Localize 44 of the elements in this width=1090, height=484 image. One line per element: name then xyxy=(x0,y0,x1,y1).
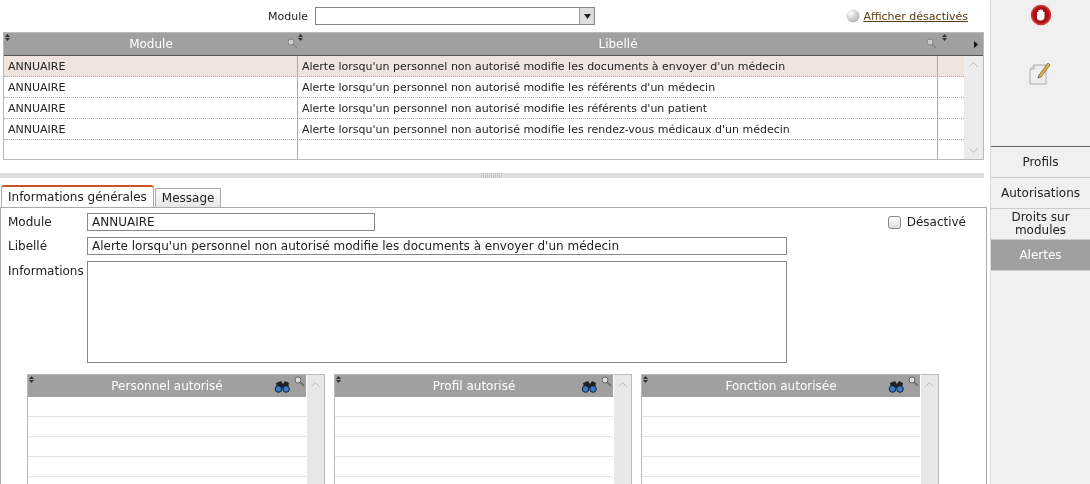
sort-icon[interactable] xyxy=(298,34,303,41)
table-cell: Alerte lorsqu'un personnel non autorisé modifie les référents d'un patient xyxy=(298,98,938,118)
table-cell: ANNUAIRE xyxy=(4,98,298,118)
scrollbar[interactable] xyxy=(921,375,938,484)
sort-icon[interactable] xyxy=(643,376,648,383)
tab[interactable]: Informations générales xyxy=(1,185,154,207)
filter-label: Module xyxy=(268,9,308,23)
search-icon[interactable] xyxy=(926,38,937,49)
informations-field[interactable] xyxy=(87,261,787,363)
tab[interactable]: Message xyxy=(154,188,222,207)
table-row[interactable]: ANNUAIRE Alerte lorsqu'un personnel non autorisé modifie les documents à envoyer d'un médecin xyxy=(4,56,964,77)
field-label: Module xyxy=(8,215,53,229)
sort-icon[interactable] xyxy=(336,376,341,383)
module-field[interactable]: ANNUAIRE xyxy=(87,213,375,231)
binoculars-icon[interactable] xyxy=(274,380,291,393)
table-row[interactable]: ANNUAIRE Alerte lorsqu'un personnel non autorisé modifie les référents d'un patient xyxy=(4,98,964,119)
sidebar-item[interactable]: Droits sur modules xyxy=(991,209,1090,240)
stop-hand-icon[interactable] xyxy=(1028,3,1053,27)
table-cell: Alerte lorsqu'un personnel non autorisé modifie les référents d'un médecin xyxy=(298,77,938,97)
sort-icon[interactable] xyxy=(29,376,34,383)
table-cell: Alerte lorsqu'un personnel non autorisé modifie les documents à envoyer d'un médecin xyxy=(298,56,938,76)
search-icon[interactable] xyxy=(601,376,612,387)
table-cell: Alerte lorsqu'un personnel non autorisé modifie les rendez-vous médicaux d'un médecin xyxy=(298,119,938,139)
field-label: Libellé xyxy=(8,239,49,253)
caret-icon xyxy=(583,13,591,19)
sort-icon[interactable] xyxy=(942,34,947,41)
column-menu-icon[interactable] xyxy=(974,39,979,49)
binoculars-icon[interactable] xyxy=(888,380,905,393)
table-cell: ANNUAIRE xyxy=(4,77,298,97)
table-cell: ANNUAIRE xyxy=(4,56,298,76)
label-field[interactable]: Alerte lorsqu'un personnel non autorisé modifie les documents à envoyer d'un médecin xyxy=(87,237,787,255)
table-row[interactable]: ANNUAIRE Alerte lorsqu'un personnel non autorisé modifie les référents d'un médecin xyxy=(4,77,964,98)
binoculars-icon[interactable] xyxy=(581,380,598,393)
search-icon[interactable] xyxy=(908,376,919,387)
search-icon[interactable] xyxy=(287,38,298,49)
table-row[interactable]: ANNUAIRE Alerte lorsqu'un personnel non autorisé modifie les rendez-vous médicaux d'un médecin xyxy=(4,119,964,140)
scrollbar[interactable] xyxy=(307,375,324,484)
sort-icon[interactable] xyxy=(5,34,10,41)
module-dropdown[interactable] xyxy=(315,7,595,25)
search-icon[interactable] xyxy=(294,376,305,387)
scrollbar[interactable] xyxy=(614,375,631,484)
radio-icon xyxy=(846,9,861,23)
field-label: Informations xyxy=(8,264,85,278)
table-cell: ANNUAIRE xyxy=(4,119,298,139)
